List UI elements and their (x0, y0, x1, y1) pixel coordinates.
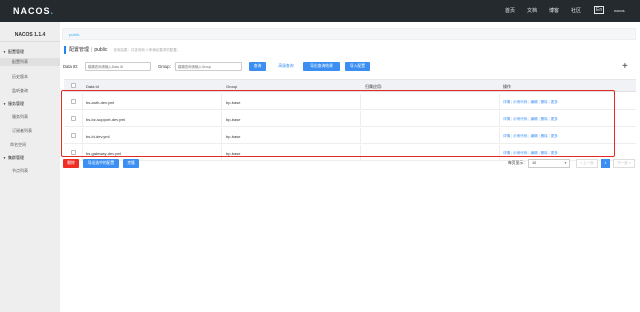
page-1-button[interactable]: 1 (601, 159, 610, 168)
main-content: public 配置管理 | public 查询结果：共查询到 4 条满足要求的配置。 … (60, 22, 640, 312)
cell-data-id: bs-bi-dev.yml (86, 134, 110, 139)
group-input[interactable] (175, 62, 242, 71)
table-row: bs-auth-dev.yml bp-base 详情|示例代码|编辑|删除|更多 (64, 94, 636, 110)
cell-group: bp-base (226, 151, 241, 156)
search-button[interactable]: 查询 (249, 62, 266, 71)
nacos-logo[interactable]: NACOS. (13, 6, 54, 16)
more-link[interactable]: 更多 (551, 100, 558, 104)
detail-link[interactable]: 详情 (503, 117, 510, 121)
select-all-checkbox[interactable] (71, 83, 76, 88)
sidebar-title: NACOS 1.1.4 (0, 28, 60, 42)
sidebar-group-cluster[interactable]: ▼ 集群管理 (3, 155, 24, 161)
cell-data-id: bs-auth-dev.yml (86, 100, 115, 105)
triangle-down-icon: ▼ (3, 156, 6, 160)
row-checkbox[interactable] (71, 150, 76, 155)
page-size-label: 每页显示： (508, 161, 527, 165)
sample-code-link[interactable]: 示例代码 (513, 117, 527, 121)
col-data-id: Data Id (86, 84, 99, 89)
cell-data-id: bs-bz-support-dev.yml (86, 117, 126, 122)
table-row: bs-bz-support-dev.yml bp-base 详情|示例代码|编辑… (64, 111, 636, 127)
top-navbar: NACOS. 首页 文档 博客 社区 En nacos (0, 0, 640, 22)
detail-link[interactable]: 详情 (503, 134, 510, 138)
nav-blog[interactable]: 博客 (549, 7, 559, 14)
clone-button[interactable]: 克隆 (123, 159, 139, 168)
sample-code-link[interactable]: 示例代码 (513, 134, 527, 138)
delete-link[interactable]: 删除 (541, 100, 548, 104)
sample-code-link[interactable]: 示例代码 (513, 151, 527, 155)
edit-link[interactable]: 编辑 (530, 117, 537, 121)
breadcrumb-namespace: public (94, 47, 108, 53)
next-page-button[interactable]: 下一页 > (613, 159, 635, 168)
sidebar-item-namespace[interactable]: 命名空间 (10, 142, 26, 148)
user-name[interactable]: nacos (614, 8, 625, 13)
row-actions: 详情|示例代码|编辑|删除|更多 (503, 134, 558, 138)
sample-code-link[interactable]: 示例代码 (513, 100, 527, 104)
more-link[interactable]: 更多 (551, 151, 558, 155)
nav-docs[interactable]: 文档 (527, 7, 537, 14)
table-header: Data Id Group 归属应用: 操作 (64, 80, 636, 92)
export-query-button[interactable]: 导出查询结果 (303, 62, 340, 71)
page-size-select[interactable]: 10 ▼ (528, 159, 570, 168)
row-checkbox[interactable] (71, 116, 76, 121)
namespace-link-public[interactable]: public (69, 32, 79, 37)
query-result-hint: 查询结果：共查询到 4 条满足要求的配置。 (113, 48, 181, 52)
detail-link[interactable]: 详情 (503, 100, 510, 104)
cell-group: bp-base (226, 134, 241, 139)
export-selected-button[interactable]: 导出选中的配置 (83, 159, 119, 168)
sidebar-item-config-list[interactable]: 配置列表 (0, 58, 60, 66)
delete-link[interactable]: 删除 (541, 117, 548, 121)
col-actions: 操作 (503, 84, 511, 89)
group-label: Group: (158, 64, 171, 69)
delete-link[interactable]: 删除 (541, 134, 548, 138)
triangle-down-icon: ▼ (3, 102, 6, 106)
breadcrumb: 配置管理 | public 查询结果：共查询到 4 条满足要求的配置。 (64, 46, 180, 54)
nav-community[interactable]: 社区 (571, 7, 581, 14)
edit-link[interactable]: 编辑 (530, 151, 537, 155)
prev-page-button[interactable]: < 上一页 (576, 159, 598, 168)
more-link[interactable]: 更多 (551, 117, 558, 121)
sidebar-item-nodes[interactable]: 节点列表 (12, 168, 28, 174)
data-id-input[interactable] (85, 62, 151, 71)
namespace-bar: public (62, 28, 636, 40)
detail-link[interactable]: 详情 (503, 151, 510, 155)
import-config-button[interactable]: 导入配置 (345, 62, 370, 71)
row-checkbox[interactable] (71, 99, 76, 104)
language-switch[interactable]: En (594, 6, 605, 14)
edit-link[interactable]: 编辑 (530, 100, 537, 104)
delete-link[interactable]: 删除 (541, 151, 548, 155)
more-link[interactable]: 更多 (551, 134, 558, 138)
table-row: bs-bi-dev.yml bp-base 详情|示例代码|编辑|删除|更多 (64, 128, 636, 144)
sidebar-group-config[interactable]: ▼ 配置管理 (3, 49, 24, 55)
advanced-query-link[interactable]: 高级查询 (274, 62, 298, 71)
cell-group: bp-base (226, 117, 241, 122)
cell-group: bp-base (226, 100, 241, 105)
sidebar: NACOS 1.1.4 ▼ 配置管理 配置列表 历史版本 监听查询 ▼ 服务管理 服… (0, 22, 60, 312)
sidebar-item-listener[interactable]: 监听查询 (12, 88, 28, 94)
col-group: Group (226, 84, 238, 89)
page-title: 配置管理 (69, 47, 90, 53)
data-id-label: Data ID: (63, 64, 79, 69)
cell-data-id: bs-gateway-dev.yml (86, 151, 122, 156)
sidebar-item-history[interactable]: 历史版本 (12, 74, 28, 80)
row-checkbox[interactable] (71, 133, 76, 138)
sidebar-group-service[interactable]: ▼ 服务管理 (3, 101, 24, 107)
edit-link[interactable]: 编辑 (530, 134, 537, 138)
triangle-down-icon: ▼ (3, 50, 6, 54)
col-app: 归属应用: (365, 84, 383, 89)
row-actions: 详情|示例代码|编辑|删除|更多 (503, 151, 558, 155)
row-actions: 详情|示例代码|编辑|删除|更多 (503, 117, 558, 121)
config-table: Data Id Group 归属应用: 操作 bs-auth-dev.yml b… (64, 79, 636, 161)
nav-home[interactable]: 首页 (505, 7, 515, 14)
chevron-down-icon: ▼ (564, 161, 567, 165)
add-config-icon[interactable]: + (622, 62, 628, 72)
delete-selected-button[interactable]: 删除 (63, 159, 79, 168)
sidebar-item-subscribers[interactable]: 订阅者列表 (12, 128, 32, 134)
row-actions: 详情|示例代码|编辑|删除|更多 (503, 100, 558, 104)
sidebar-item-service-list[interactable]: 服务列表 (12, 114, 28, 120)
